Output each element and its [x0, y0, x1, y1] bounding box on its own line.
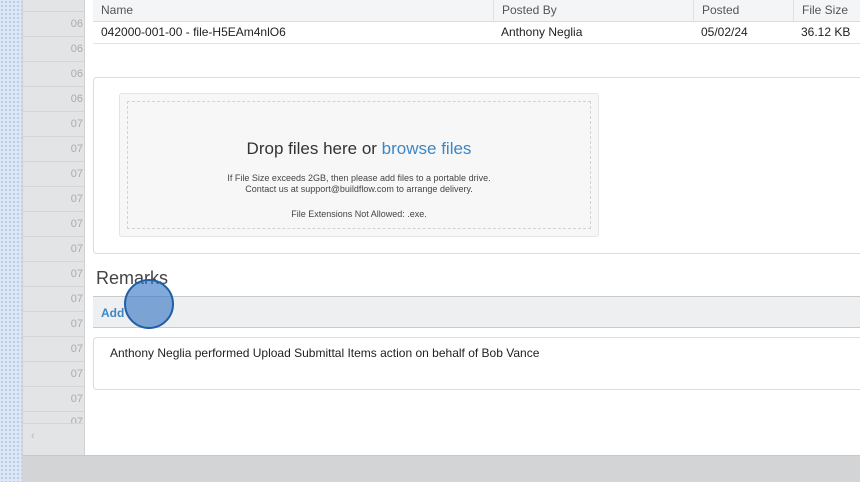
list-item-label: 07 [70, 118, 83, 130]
submittal-detail-panel: Name Posted By Posted File Size 042000-0… [85, 0, 860, 455]
table-row[interactable]: 042000-001-00 - file-H5EAm4nlO6 Anthony … [93, 22, 860, 44]
file-size-cell: 36.12 KB [801, 25, 851, 39]
list-item-label: 07 [70, 143, 83, 155]
list-item: 07 [23, 362, 86, 387]
column-header-posted[interactable]: Posted [693, 0, 793, 22]
list-item-label: 07 [70, 218, 83, 230]
list-item: 07 [23, 162, 86, 187]
browse-files-link[interactable]: browse files [382, 139, 472, 158]
list-item: 06 [23, 62, 86, 87]
list-item: 07 [23, 312, 86, 337]
list-item-label: 07 [70, 268, 83, 280]
posted-date-cell: 05/02/24 [701, 25, 748, 39]
files-table: Name Posted By Posted File Size 042000-0… [93, 0, 860, 44]
list-item: 07 [23, 187, 86, 212]
list-item-label: 07 [70, 416, 83, 424]
drop-files-heading: Drop files here or browse files [128, 139, 590, 159]
list-item: 07 [23, 112, 86, 137]
bottom-bar [22, 455, 860, 482]
column-header-file-size[interactable]: File Size [793, 0, 860, 22]
background-list-column: 06 06 06 06 07 07 07 07 07 07 07 07 07 0… [22, 0, 86, 455]
list-item: 07 [23, 137, 86, 162]
add-remark-button[interactable]: Add [101, 306, 124, 320]
posted-by-cell: Anthony Neglia [501, 25, 583, 39]
list-item: 07 [23, 387, 86, 412]
file-dropzone[interactable]: Drop files here or browse files If File … [119, 93, 599, 237]
remark-text: Anthony Neglia performed Upload Submitta… [110, 346, 540, 360]
list-item-label: 07 [70, 393, 83, 405]
file-name-cell[interactable]: 042000-001-00 - file-H5EAm4nlO6 [93, 22, 493, 44]
list-item-label: 07 [70, 168, 83, 180]
table-header-row: Name Posted By Posted File Size [93, 0, 860, 22]
column-header-posted-by[interactable]: Posted By [493, 0, 693, 22]
list-item: 07 [23, 412, 86, 424]
list-item-label: 07 [70, 318, 83, 330]
list-item: 06 [23, 12, 86, 37]
drop-files-text: Drop files here or [246, 139, 377, 158]
list-item-label: 06 [70, 18, 83, 30]
list-item-label: 07 [70, 368, 83, 380]
remarks-toolbar: Add [93, 296, 860, 328]
left-sidebar-strip [0, 0, 22, 482]
upload-section: Drop files here or browse files If File … [93, 77, 860, 254]
list-item-label: 07 [70, 293, 83, 305]
list-item-label: 07 [70, 193, 83, 205]
file-extensions-note: File Extensions Not Allowed: .exe. [291, 209, 427, 219]
file-size-note-line2: Contact us at support@buildflow.com to a… [245, 184, 473, 194]
click-indicator [124, 279, 174, 329]
list-item: 07 [23, 212, 86, 237]
list-item: 06 [23, 87, 86, 112]
list-item [23, 0, 86, 12]
list-item-label: 07 [70, 243, 83, 255]
dropzone-dashed-area[interactable]: Drop files here or browse files If File … [127, 101, 591, 229]
column-header-name[interactable]: Name [93, 0, 493, 22]
file-size-note-line1: If File Size exceeds 2GB, then please ad… [227, 173, 491, 183]
list-item: 06 [23, 37, 86, 62]
list-item-label: 06 [70, 43, 83, 55]
list-item: 07 [23, 237, 86, 262]
scroll-left-icon[interactable]: ‹ [31, 430, 35, 442]
list-item-label: 06 [70, 93, 83, 105]
list-item: 07 [23, 262, 86, 287]
list-item: 07 [23, 287, 86, 312]
remark-entry: Anthony Neglia performed Upload Submitta… [93, 337, 860, 390]
list-item: 07 [23, 337, 86, 362]
list-item-label: 07 [70, 343, 83, 355]
list-item-label: 06 [70, 68, 83, 80]
